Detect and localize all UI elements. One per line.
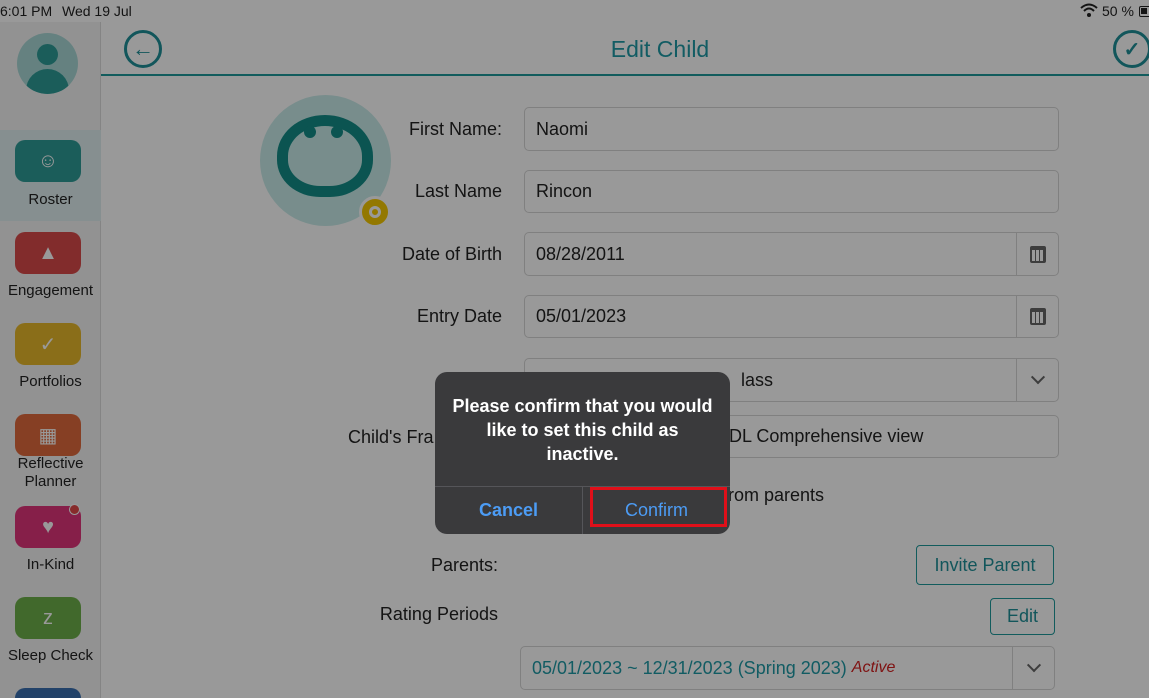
confirm-highlight-box xyxy=(590,487,727,527)
cancel-button[interactable]: Cancel xyxy=(435,487,582,534)
dialog-message: Please confirm that you would like to se… xyxy=(452,396,713,464)
modal-overlay xyxy=(0,0,1149,698)
